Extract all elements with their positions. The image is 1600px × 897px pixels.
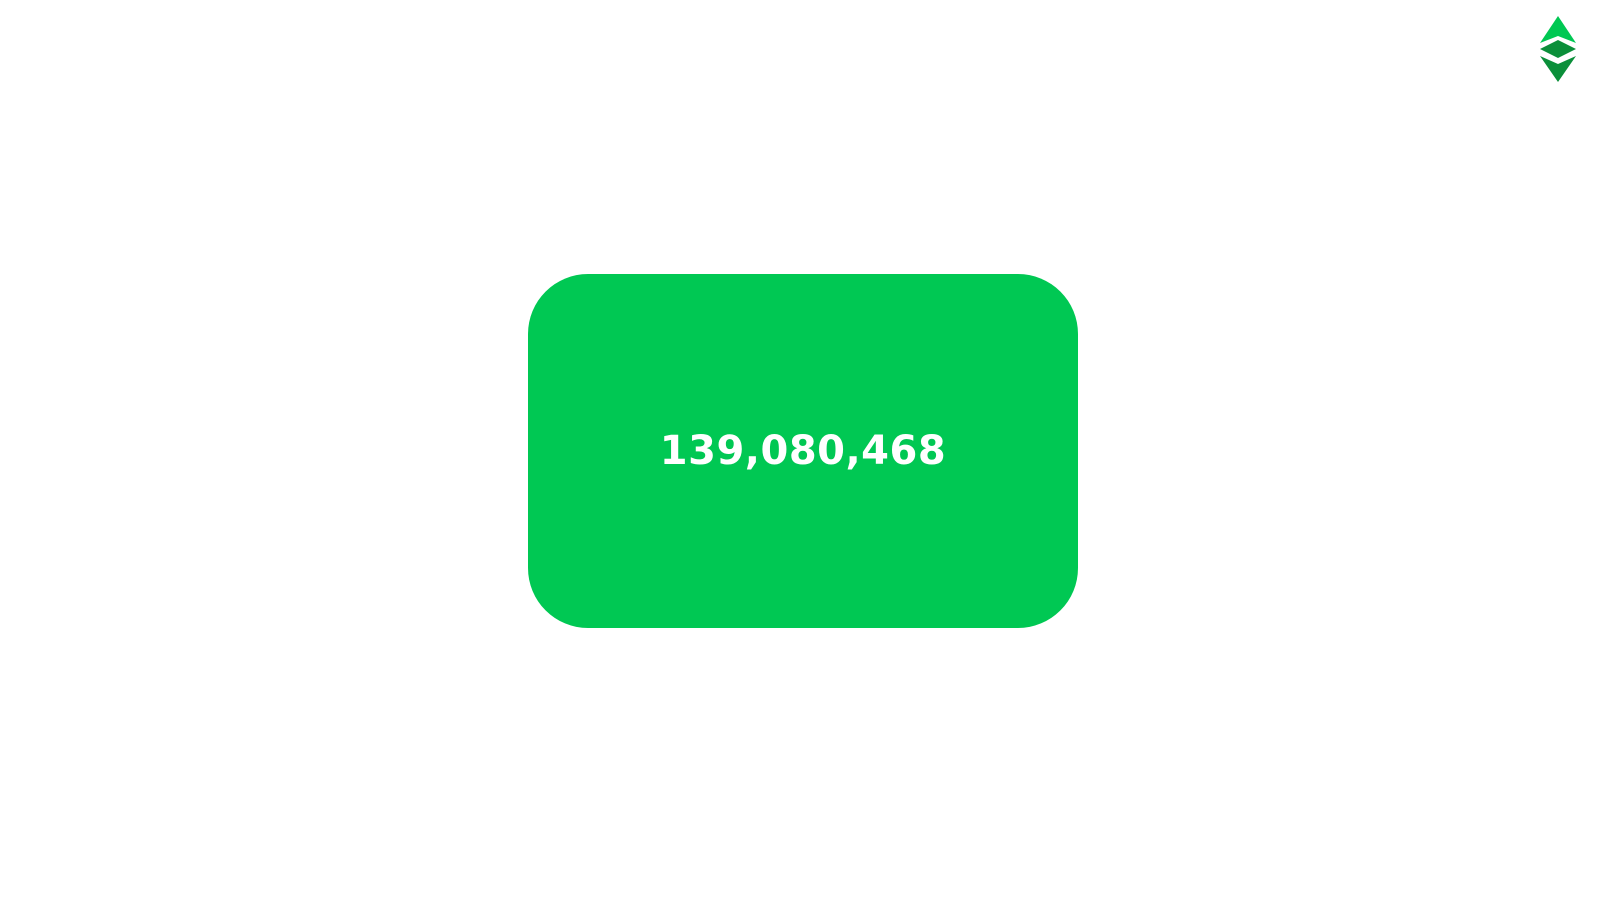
ethereum-classic-logo-icon [1536, 16, 1580, 84]
stat-card: 139,080,468 [528, 274, 1078, 628]
slide-canvas: 139,080,468 [0, 0, 1600, 897]
stat-value: 139,080,468 [659, 428, 947, 474]
